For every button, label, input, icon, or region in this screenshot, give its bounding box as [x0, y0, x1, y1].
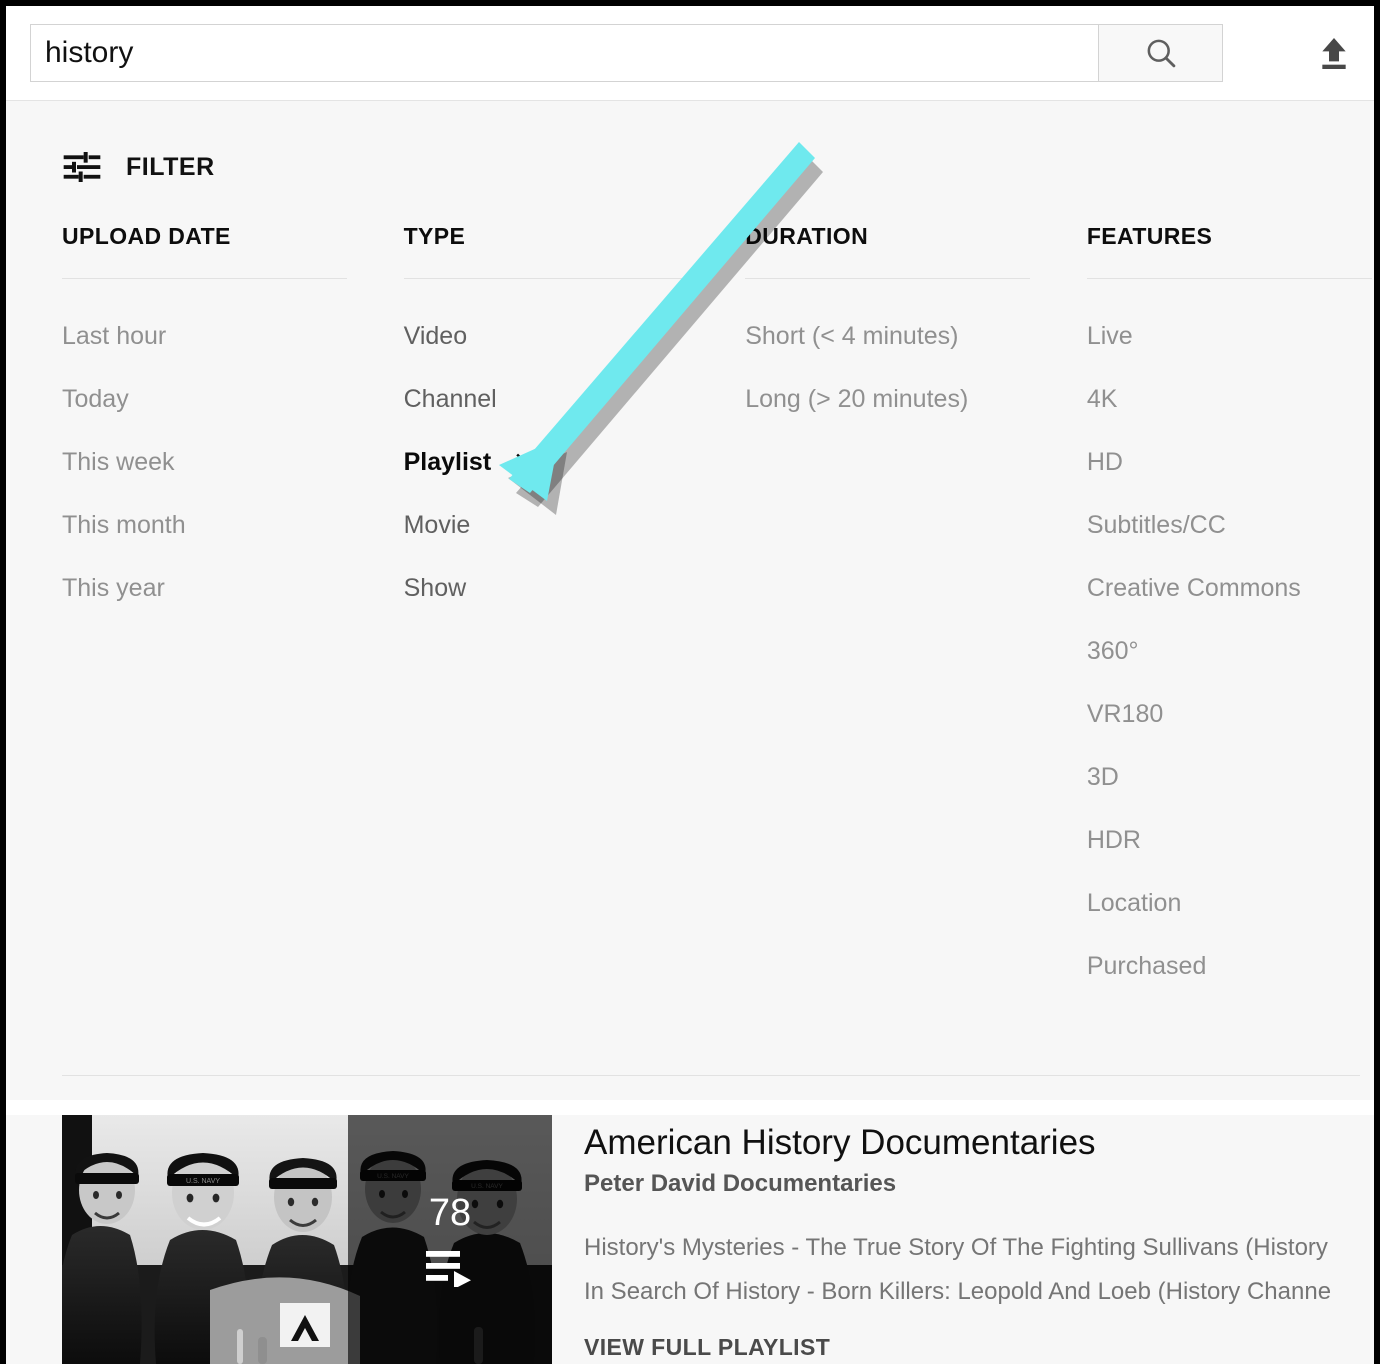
- youtube-search-filter-page: FILTER UPLOAD DATE Last hour Today This …: [0, 0, 1380, 1364]
- filter-item-this-year[interactable]: This year: [62, 557, 404, 620]
- filter-item-hdr[interactable]: HDR: [1087, 809, 1374, 872]
- filter-item-show[interactable]: Show: [404, 557, 746, 620]
- result-title[interactable]: American History Documentaries: [584, 1123, 1374, 1162]
- filter-header[interactable]: FILTER: [6, 101, 1374, 197]
- filter-sliders-icon: [63, 152, 101, 182]
- search-icon: [1147, 39, 1175, 68]
- upload-icon: [1322, 38, 1346, 69]
- filter-item-purchased[interactable]: Purchased: [1087, 935, 1374, 998]
- result-details: American History Documentaries Peter Dav…: [552, 1115, 1374, 1364]
- filter-item-360[interactable]: 360°: [1087, 620, 1374, 683]
- remove-playlist-filter-icon[interactable]: ✕: [513, 450, 534, 475]
- filter-item-channel[interactable]: Channel: [404, 368, 746, 431]
- column-divider: [403, 278, 689, 279]
- upload-button[interactable]: [1308, 24, 1360, 82]
- playlist-thumbnail[interactable]: U.S. NAVY 78: [62, 1115, 552, 1364]
- filter-item-hd[interactable]: HD: [1087, 431, 1374, 494]
- filter-item-video[interactable]: Video: [404, 305, 746, 368]
- column-divider: [745, 278, 1031, 279]
- filter-column-title: TYPE: [403, 223, 466, 249]
- result-channel-name[interactable]: Peter David Documentaries: [584, 1170, 1374, 1198]
- filter-column-upload-date: UPLOAD DATE Last hour Today This week Th…: [62, 223, 404, 998]
- filter-item-this-month[interactable]: This month: [62, 494, 404, 557]
- column-divider: [1086, 278, 1372, 279]
- filter-item-today[interactable]: Today: [62, 368, 404, 431]
- filter-item-4k[interactable]: 4K: [1087, 368, 1374, 431]
- filter-item-subtitles-cc[interactable]: Subtitles/CC: [1087, 494, 1374, 557]
- result-video-item[interactable]: History's Mysteries - The True Story Of …: [584, 1226, 1374, 1270]
- filter-column-title: UPLOAD DATE: [62, 223, 231, 249]
- playlist-play-icon: [426, 1251, 471, 1287]
- filter-item-last-hour[interactable]: Last hour: [62, 305, 404, 368]
- filter-column-features: FEATURES Live 4K HD Subtitles/CC Creativ…: [1086, 223, 1374, 998]
- filter-item-live[interactable]: Live: [1087, 305, 1374, 368]
- filter-item-long[interactable]: Long (> 20 minutes): [745, 368, 1087, 431]
- filter-item-3d[interactable]: 3D: [1087, 746, 1374, 809]
- filter-item-short[interactable]: Short (< 4 minutes): [745, 305, 1087, 368]
- playlist-video-count: 78: [428, 1192, 472, 1234]
- filter-column-title: FEATURES: [1086, 223, 1213, 249]
- filter-item-creative-commons[interactable]: Creative Commons: [1087, 557, 1374, 620]
- filter-item-this-week[interactable]: This week: [62, 431, 404, 494]
- search-input[interactable]: [30, 24, 1098, 82]
- view-full-playlist-link[interactable]: VIEW FULL PLAYLIST: [584, 1334, 1374, 1361]
- result-video-item[interactable]: In Search Of History - Born Killers: Leo…: [584, 1270, 1374, 1314]
- filter-item-location[interactable]: Location: [1087, 872, 1374, 935]
- filter-column-type: TYPE Video Channel Playlist ✕ Movie Show: [403, 223, 746, 998]
- filter-item-playlist-label: Playlist: [403, 448, 492, 476]
- column-divider: [62, 278, 347, 279]
- svg-text:U.S. NAVY: U.S. NAVY: [186, 1178, 220, 1185]
- filter-column-duration: DURATION Short (< 4 minutes) Long (> 20 …: [745, 223, 1087, 998]
- filter-column-title: DURATION: [745, 223, 869, 249]
- result-video-list: History's Mysteries - The True Story Of …: [584, 1226, 1374, 1314]
- filter-columns: UPLOAD DATE Last hour Today This week Th…: [6, 197, 1374, 998]
- search-button[interactable]: [1098, 24, 1223, 82]
- filter-item-playlist[interactable]: Playlist ✕: [404, 431, 746, 494]
- filter-label: FILTER: [126, 152, 215, 181]
- filter-item-vr180[interactable]: VR180: [1087, 683, 1374, 746]
- search-result-item: U.S. NAVY 78 American History Documentar…: [6, 1115, 1374, 1364]
- playlist-overlay: 78: [348, 1115, 552, 1364]
- search-bar: [6, 6, 1374, 100]
- filter-item-movie[interactable]: Movie: [404, 494, 746, 557]
- filter-panel: FILTER UPLOAD DATE Last hour Today This …: [6, 100, 1374, 1100]
- results-divider: [62, 1075, 1360, 1076]
